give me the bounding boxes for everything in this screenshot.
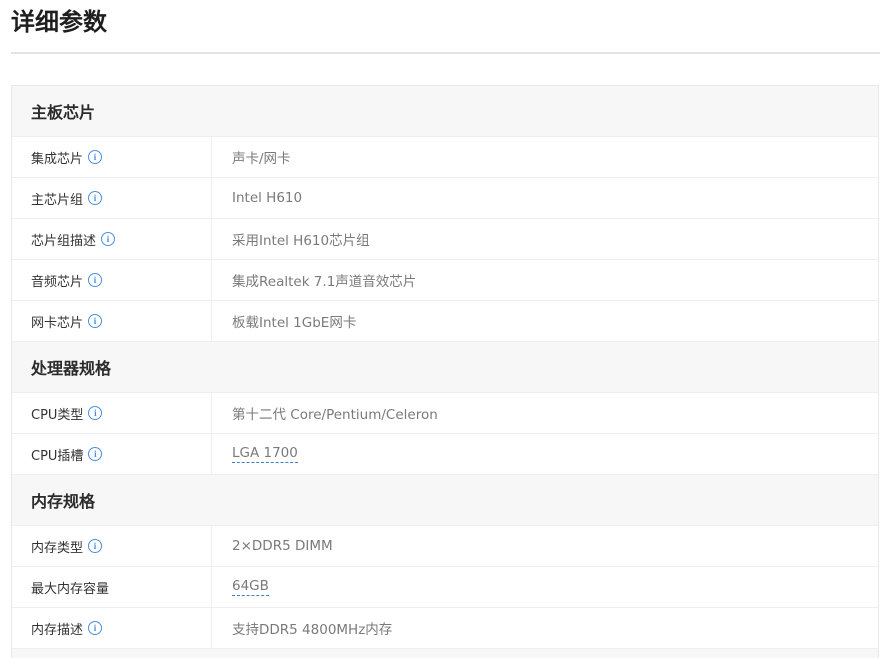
spec-value-link[interactable]: 64GB (232, 578, 269, 596)
spec-label-text: 内存描述 (31, 622, 84, 638)
spec-page: 详细参数 主板芯片 集成芯片 i 声卡/网卡 主芯片组 i Intel H610 (0, 0, 889, 658)
title-divider (11, 52, 880, 54)
spec-row: 主芯片组 i Intel H610 (12, 178, 878, 219)
spec-label: CPU类型 i (12, 393, 212, 433)
spec-value: 集成Realtek 7.1声道音效芯片 (212, 260, 878, 300)
spec-row: 网卡芯片 i 板载Intel 1GbE网卡 (12, 301, 878, 342)
spec-value: LGA 1700 (212, 434, 878, 474)
spec-label-text: CPU插槽 (31, 448, 84, 464)
spec-row: 最大内存容量 64GB (12, 567, 878, 608)
spec-value-text: 集成Realtek 7.1声道音效芯片 (232, 274, 417, 290)
spec-label-text: 内存类型 (31, 540, 84, 556)
spec-value: 声卡/网卡 (212, 137, 878, 177)
group-header-memory: 内存规格 (12, 475, 878, 526)
info-icon[interactable]: i (88, 150, 103, 164)
spec-label: 内存类型 i (12, 526, 212, 566)
page-title: 详细参数 (11, 8, 107, 36)
spec-value: 64GB (212, 567, 878, 607)
spec-row: 内存描述 i 支持DDR5 4800MHz内存 (12, 608, 878, 649)
spec-label-text: CPU类型 (31, 407, 84, 423)
info-icon[interactable]: i (88, 191, 103, 205)
spec-value: 支持DDR5 4800MHz内存 (212, 608, 878, 648)
spec-label: 芯片组描述 i (12, 219, 212, 259)
spec-value-text: Intel H610 (232, 190, 303, 206)
spec-label-text: 集成芯片 (31, 151, 84, 167)
info-icon[interactable]: i (101, 232, 116, 246)
spec-value-link[interactable]: LGA 1700 (232, 445, 298, 463)
spec-label: 内存描述 i (12, 608, 212, 648)
next-group-header-stub (12, 649, 878, 658)
spec-value-text: 采用Intel H610芯片组 (232, 233, 370, 249)
spec-value-text: 支持DDR5 4800MHz内存 (232, 622, 393, 638)
group-header-mainboard-chip: 主板芯片 (12, 86, 878, 137)
info-icon[interactable]: i (88, 406, 103, 420)
info-icon[interactable]: i (88, 621, 103, 635)
group-title: 内存规格 (31, 492, 96, 511)
group-header-processor: 处理器规格 (12, 342, 878, 393)
spec-value: 2×DDR5 DIMM (212, 526, 878, 566)
spec-row: 音频芯片 i 集成Realtek 7.1声道音效芯片 (12, 260, 878, 301)
spec-label: 集成芯片 i (12, 137, 212, 177)
spec-label: 音频芯片 i (12, 260, 212, 300)
spec-label: 最大内存容量 (12, 567, 212, 607)
spec-value: Intel H610 (212, 178, 878, 218)
spec-label-text: 主芯片组 (31, 192, 84, 208)
spec-row: 内存类型 i 2×DDR5 DIMM (12, 526, 878, 567)
spec-value: 采用Intel H610芯片组 (212, 219, 878, 259)
spec-label-text: 芯片组描述 (31, 233, 97, 249)
spec-label: 网卡芯片 i (12, 301, 212, 341)
spec-row: CPU类型 i 第十二代 Core/Pentium/Celeron (12, 393, 878, 434)
spec-value: 板载Intel 1GbE网卡 (212, 301, 878, 341)
spec-row: 集成芯片 i 声卡/网卡 (12, 137, 878, 178)
spec-value-text: 2×DDR5 DIMM (232, 538, 333, 554)
spec-label-text: 最大内存容量 (31, 581, 110, 597)
spec-label: CPU插槽 i (12, 434, 212, 474)
spec-table: 主板芯片 集成芯片 i 声卡/网卡 主芯片组 i Intel H610 芯片组描… (11, 85, 879, 658)
spec-value: 第十二代 Core/Pentium/Celeron (212, 393, 878, 433)
spec-value-text: 第十二代 Core/Pentium/Celeron (232, 407, 438, 423)
spec-label: 主芯片组 i (12, 178, 212, 218)
info-icon[interactable]: i (88, 273, 103, 287)
spec-value-text: 板载Intel 1GbE网卡 (232, 315, 357, 331)
info-icon[interactable]: i (88, 539, 103, 553)
spec-label-text: 网卡芯片 (31, 315, 84, 331)
spec-row: 芯片组描述 i 采用Intel H610芯片组 (12, 219, 878, 260)
spec-value-text: 声卡/网卡 (232, 151, 291, 167)
spec-row: CPU插槽 i LGA 1700 (12, 434, 878, 475)
spec-label-text: 音频芯片 (31, 274, 84, 290)
group-title: 主板芯片 (31, 103, 96, 122)
info-icon[interactable]: i (88, 447, 103, 461)
info-icon[interactable]: i (88, 314, 103, 328)
group-title: 处理器规格 (31, 359, 112, 378)
